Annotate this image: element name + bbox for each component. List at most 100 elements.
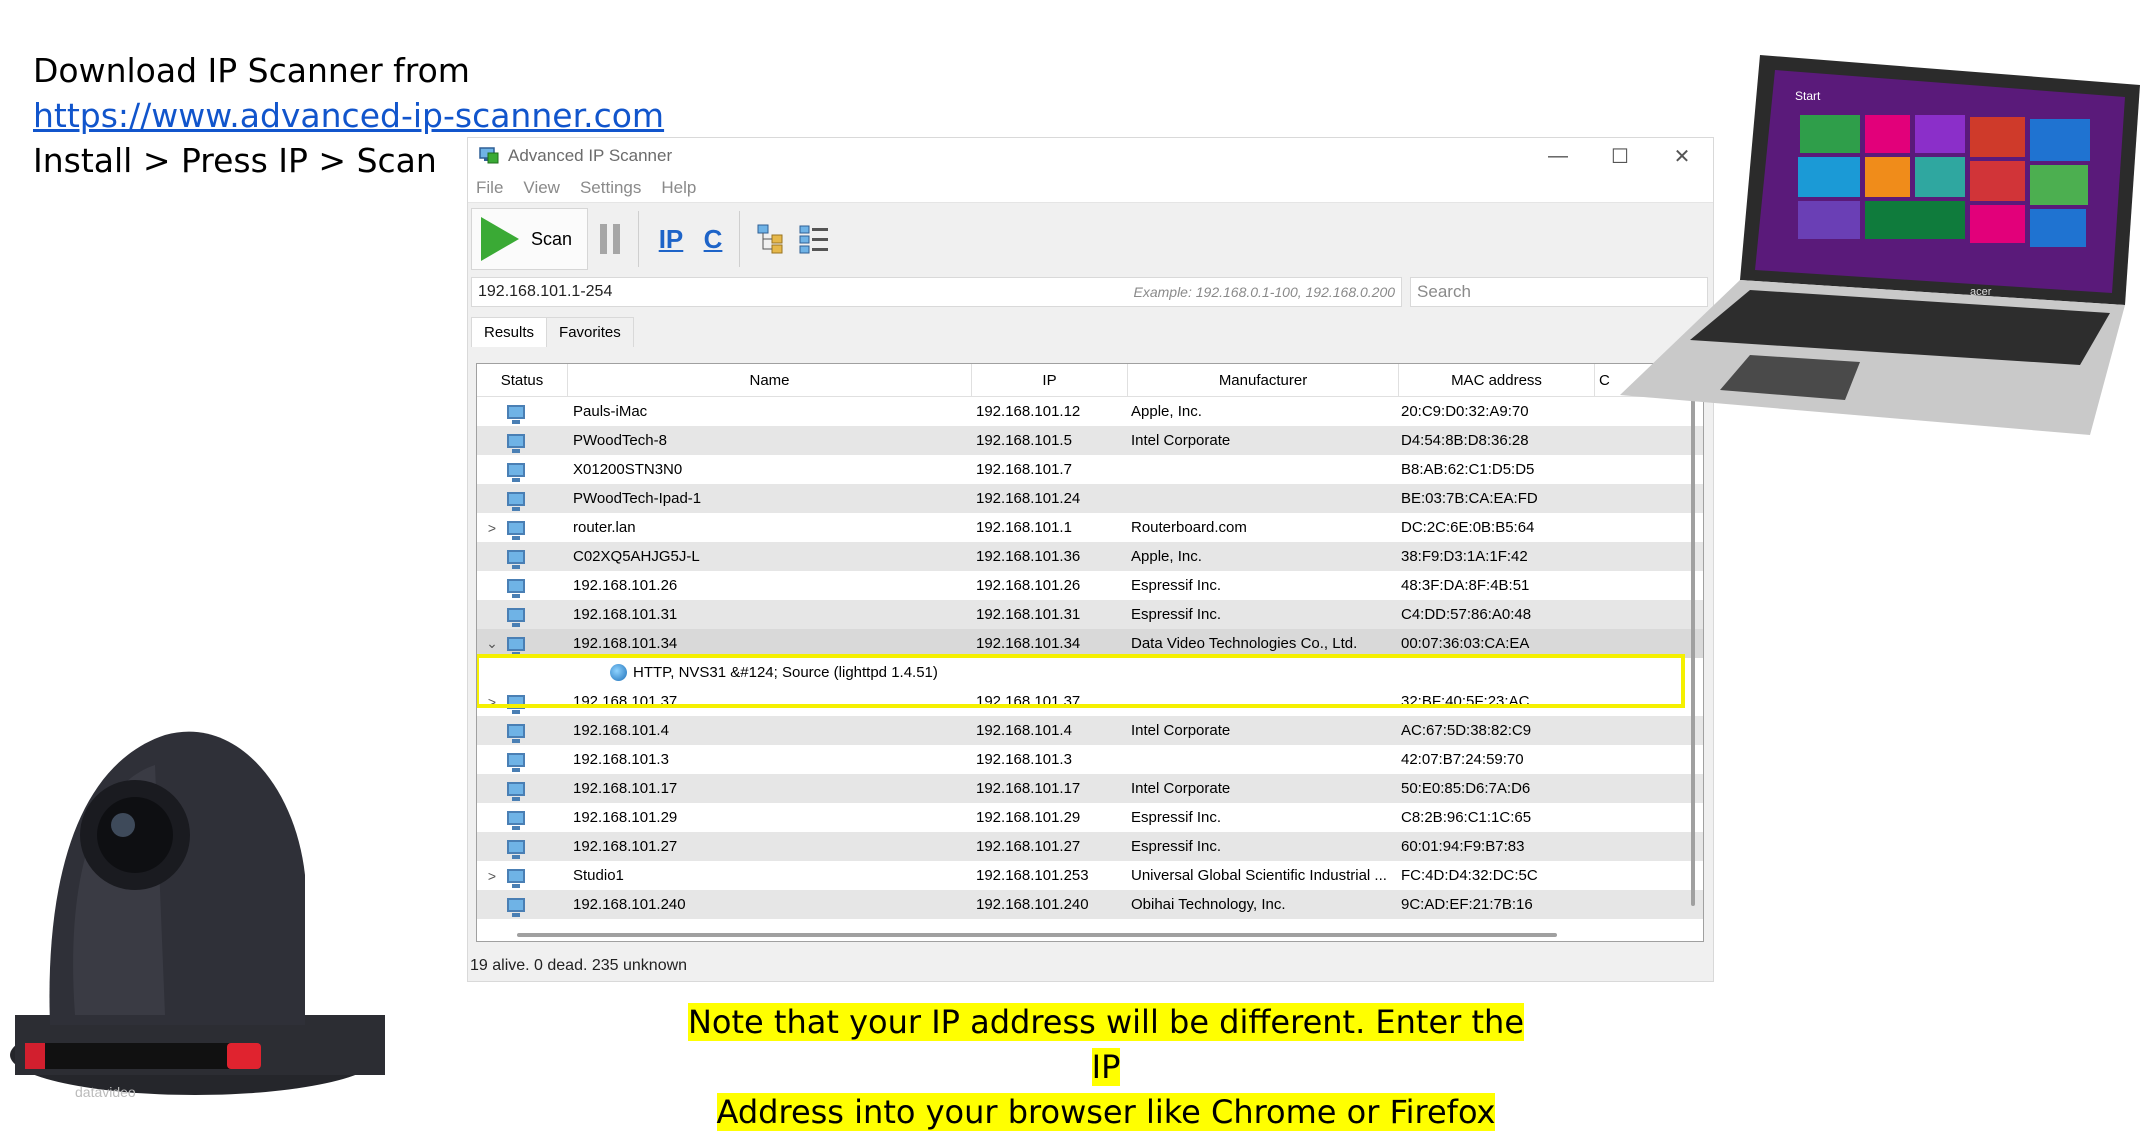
table-row[interactable]: 192.168.101.240 192.168.101.240 Obihai Tec… bbox=[477, 890, 1703, 919]
ip-cell: 192.168.101.1 bbox=[976, 519, 1072, 536]
table-row[interactable]: 192.168.101.4 192.168.101.4 Intel Corporat… bbox=[477, 716, 1703, 745]
ip-cell: 192.168.101.37 bbox=[976, 693, 1081, 710]
manufacturer-cell: Espressif Inc. bbox=[1131, 606, 1222, 623]
table-row[interactable]: X01200STN3N0 192.168.101.7 B8:AB:62:C1:D5:… bbox=[477, 455, 1703, 484]
column-status[interactable]: Status bbox=[477, 364, 568, 396]
computer-icon bbox=[507, 636, 525, 656]
menu-view[interactable]: View bbox=[523, 178, 560, 198]
name-cell: Pauls-iMac bbox=[573, 403, 648, 420]
laptop-brand: acer bbox=[1970, 286, 1992, 298]
download-link[interactable]: https://www.advanced-ip-scanner.com bbox=[33, 93, 664, 138]
menu-settings[interactable]: Settings bbox=[580, 178, 641, 198]
computer-icon bbox=[507, 404, 525, 424]
status-cell bbox=[507, 868, 567, 888]
results-tabs: Results Favorites bbox=[468, 315, 1713, 347]
pause-button[interactable] bbox=[600, 224, 620, 254]
mac-cell: D4:54:8B:D8:36:28 bbox=[1401, 432, 1529, 449]
list-icon bbox=[799, 225, 828, 254]
name-cell: 192.168.101.4 bbox=[573, 722, 669, 739]
mac-cell: 20:C9:D0:32:A9:70 bbox=[1401, 403, 1529, 420]
mac-cell: 32:BF:40:5F:23:AC bbox=[1401, 693, 1530, 710]
ptz-camera-image: datavideo bbox=[10, 731, 385, 1100]
mac-cell: BE:03:7B:CA:EA:FD bbox=[1401, 490, 1538, 507]
expand-toggle[interactable]: ⌄ bbox=[477, 635, 507, 652]
mac-cell: C8:2B:96:C1:1C:65 bbox=[1401, 809, 1532, 826]
name-cell: 192.168.101.26 bbox=[573, 577, 678, 594]
tab-favorites[interactable]: Favorites bbox=[547, 317, 634, 347]
table-row[interactable]: 192.168.101.26 192.168.101.26 Espressif In… bbox=[477, 571, 1703, 600]
collapse-all-button[interactable] bbox=[796, 214, 832, 264]
table-row[interactable]: 192.168.101.31 192.168.101.31 Espressif In… bbox=[477, 600, 1703, 629]
expand-toggle[interactable]: > bbox=[477, 520, 507, 536]
name-cell: 192.168.101.240 bbox=[573, 896, 686, 913]
globe-icon bbox=[610, 664, 627, 681]
name-cell: router.lan bbox=[573, 519, 636, 536]
column-mac[interactable]: MAC address bbox=[1399, 364, 1595, 396]
computer-icon bbox=[507, 723, 525, 743]
table-row[interactable]: > router.lan 192.168.101.1 Routerboard.com D… bbox=[477, 513, 1703, 542]
ip-button[interactable]: IP bbox=[653, 214, 689, 264]
ip-cell: 192.168.101.29 bbox=[976, 809, 1081, 826]
ip-range-input[interactable]: 192.168.101.1-254 Example: 192.168.0.1-1… bbox=[471, 277, 1403, 307]
name-cell: PWoodTech-8 bbox=[573, 432, 667, 449]
table-row[interactable]: C02XQ5AHJG5J-L 192.168.101.36 Apple, Inc. 3… bbox=[477, 542, 1703, 571]
table-row[interactable]: ⌄ 192.168.101.34 192.168.101.34 Data Video … bbox=[477, 629, 1703, 658]
status-cell bbox=[507, 433, 567, 453]
computer-icon bbox=[507, 607, 525, 627]
scan-button[interactable]: Scan bbox=[471, 208, 588, 270]
c-icon: C bbox=[703, 223, 723, 254]
computer-icon bbox=[507, 433, 525, 453]
column-manufacturer[interactable]: Manufacturer bbox=[1128, 364, 1399, 396]
mac-cell: 38:F9:D3:1A:1F:42 bbox=[1401, 548, 1528, 565]
table-row[interactable]: 192.168.101.27 192.168.101.27 Espressif In… bbox=[477, 832, 1703, 861]
expand-toggle[interactable]: > bbox=[477, 868, 507, 884]
computer-icon bbox=[507, 491, 525, 511]
title-bar: Advanced IP Scanner — ☐ ✕ bbox=[468, 138, 1713, 174]
menu-file[interactable]: File bbox=[476, 178, 503, 198]
computer-icon bbox=[507, 578, 525, 598]
ip-cell: 192.168.101.27 bbox=[976, 838, 1081, 855]
status-cell bbox=[507, 694, 567, 714]
tab-results[interactable]: Results bbox=[471, 317, 548, 347]
column-ip[interactable]: IP bbox=[972, 364, 1128, 396]
mac-cell: 50:E0:85:D6:7A:D6 bbox=[1401, 780, 1531, 797]
table-row[interactable]: PWoodTech-8 192.168.101.5 Intel Corporate D… bbox=[477, 426, 1703, 455]
table-row[interactable]: 192.168.101.17 192.168.101.17 Intel Corpor… bbox=[477, 774, 1703, 803]
computer-icon bbox=[507, 810, 525, 830]
table-row[interactable]: > Studio1 192.168.101.253 Universal Global … bbox=[477, 861, 1703, 890]
table-row[interactable]: Pauls-iMac 192.168.101.12 Apple, Inc. 20:C9… bbox=[477, 397, 1703, 426]
expand-all-button[interactable] bbox=[754, 214, 790, 264]
status-cell bbox=[507, 781, 567, 801]
status-cell bbox=[507, 520, 567, 540]
service-row[interactable]: HTTP, NVS31 &#124; Source (lighttpd 1.4.… bbox=[477, 658, 1703, 687]
horizontal-scrollbar[interactable] bbox=[517, 933, 1557, 937]
menu-help[interactable]: Help bbox=[661, 178, 696, 198]
expand-toggle[interactable]: > bbox=[477, 694, 507, 710]
app-icon bbox=[478, 145, 500, 167]
column-name[interactable]: Name bbox=[568, 364, 972, 396]
manufacturer-cell: Intel Corporate bbox=[1131, 722, 1231, 739]
status-cell bbox=[507, 723, 567, 743]
manufacturer-cell: Intel Corporate bbox=[1131, 780, 1231, 797]
computer-icon bbox=[507, 752, 525, 772]
mac-cell: 42:07:B7:24:59:70 bbox=[1401, 751, 1524, 768]
computer-icon bbox=[507, 462, 525, 482]
table-body: Pauls-iMac 192.168.101.12 Apple, Inc. 20:C9… bbox=[477, 397, 1703, 919]
manufacturer-cell: Apple, Inc. bbox=[1131, 548, 1202, 565]
name-cell: Studio1 bbox=[573, 867, 624, 884]
c-button[interactable]: C bbox=[695, 214, 731, 264]
status-cell bbox=[507, 491, 567, 511]
status-cell bbox=[507, 752, 567, 772]
ip-cell: 192.168.101.240 bbox=[976, 896, 1089, 913]
note: Note that your IP address will be differ… bbox=[680, 1000, 1532, 1135]
table-row[interactable]: 192.168.101.3 192.168.101.3 42:07:B7:24:59… bbox=[477, 745, 1703, 774]
computer-icon bbox=[507, 694, 525, 714]
vertical-scrollbar[interactable] bbox=[1691, 396, 1695, 906]
table-row[interactable]: >192.168.101.37 192.168.101.37 32:BF:40:5F… bbox=[477, 687, 1703, 716]
status-cell bbox=[507, 549, 567, 569]
minimize-button[interactable]: — bbox=[1527, 138, 1589, 174]
tree-expand-icon bbox=[757, 224, 783, 254]
computer-icon bbox=[507, 897, 525, 917]
table-row[interactable]: 192.168.101.29 192.168.101.29 Espressif In… bbox=[477, 803, 1703, 832]
table-row[interactable]: PWoodTech-Ipad-1 192.168.101.24 BE:03:7B:C… bbox=[477, 484, 1703, 513]
